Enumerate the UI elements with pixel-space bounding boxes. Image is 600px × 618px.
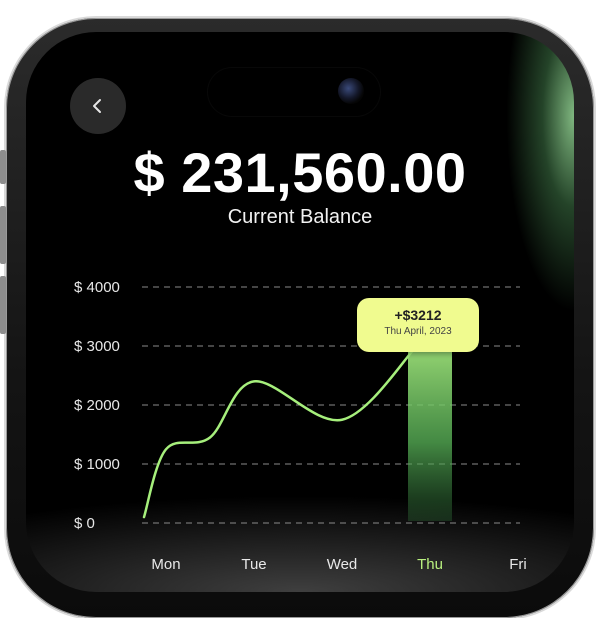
tooltip-value: +$3212 xyxy=(394,307,442,323)
y-tick-label: $ 0 xyxy=(74,515,95,532)
y-tick-label: $ 1000 xyxy=(74,456,120,473)
x-tick-label-fri[interactable]: Fri xyxy=(509,556,527,573)
x-tick-label-thu[interactable]: Thu xyxy=(417,556,443,573)
y-tick-label: $ 2000 xyxy=(74,397,120,414)
phone-side-button xyxy=(0,276,6,334)
phone-side-button xyxy=(0,206,6,264)
balance-chart: $ 0 $ 1000 $ 2000 $ 3000 $ 4000 Mon Tue Wed Thu… xyxy=(74,279,527,573)
phone-screen: $ 231,560.00 Current Balance $ 0 $ 1000 $ … xyxy=(26,32,574,592)
highlight-bar[interactable] xyxy=(408,346,452,521)
value-tooltip: +$3212 Thu April, 2023 xyxy=(357,298,479,352)
phone-side-button xyxy=(0,150,6,184)
x-tick-label-mon[interactable]: Mon xyxy=(151,556,180,573)
balance-line xyxy=(142,344,419,519)
tooltip-date: Thu April, 2023 xyxy=(384,326,452,337)
x-tick-label-wed[interactable]: Wed xyxy=(327,556,358,573)
y-tick-label: $ 3000 xyxy=(74,338,120,355)
x-tick-label-tue[interactable]: Tue xyxy=(241,556,266,573)
y-tick-label: $ 4000 xyxy=(74,279,120,296)
